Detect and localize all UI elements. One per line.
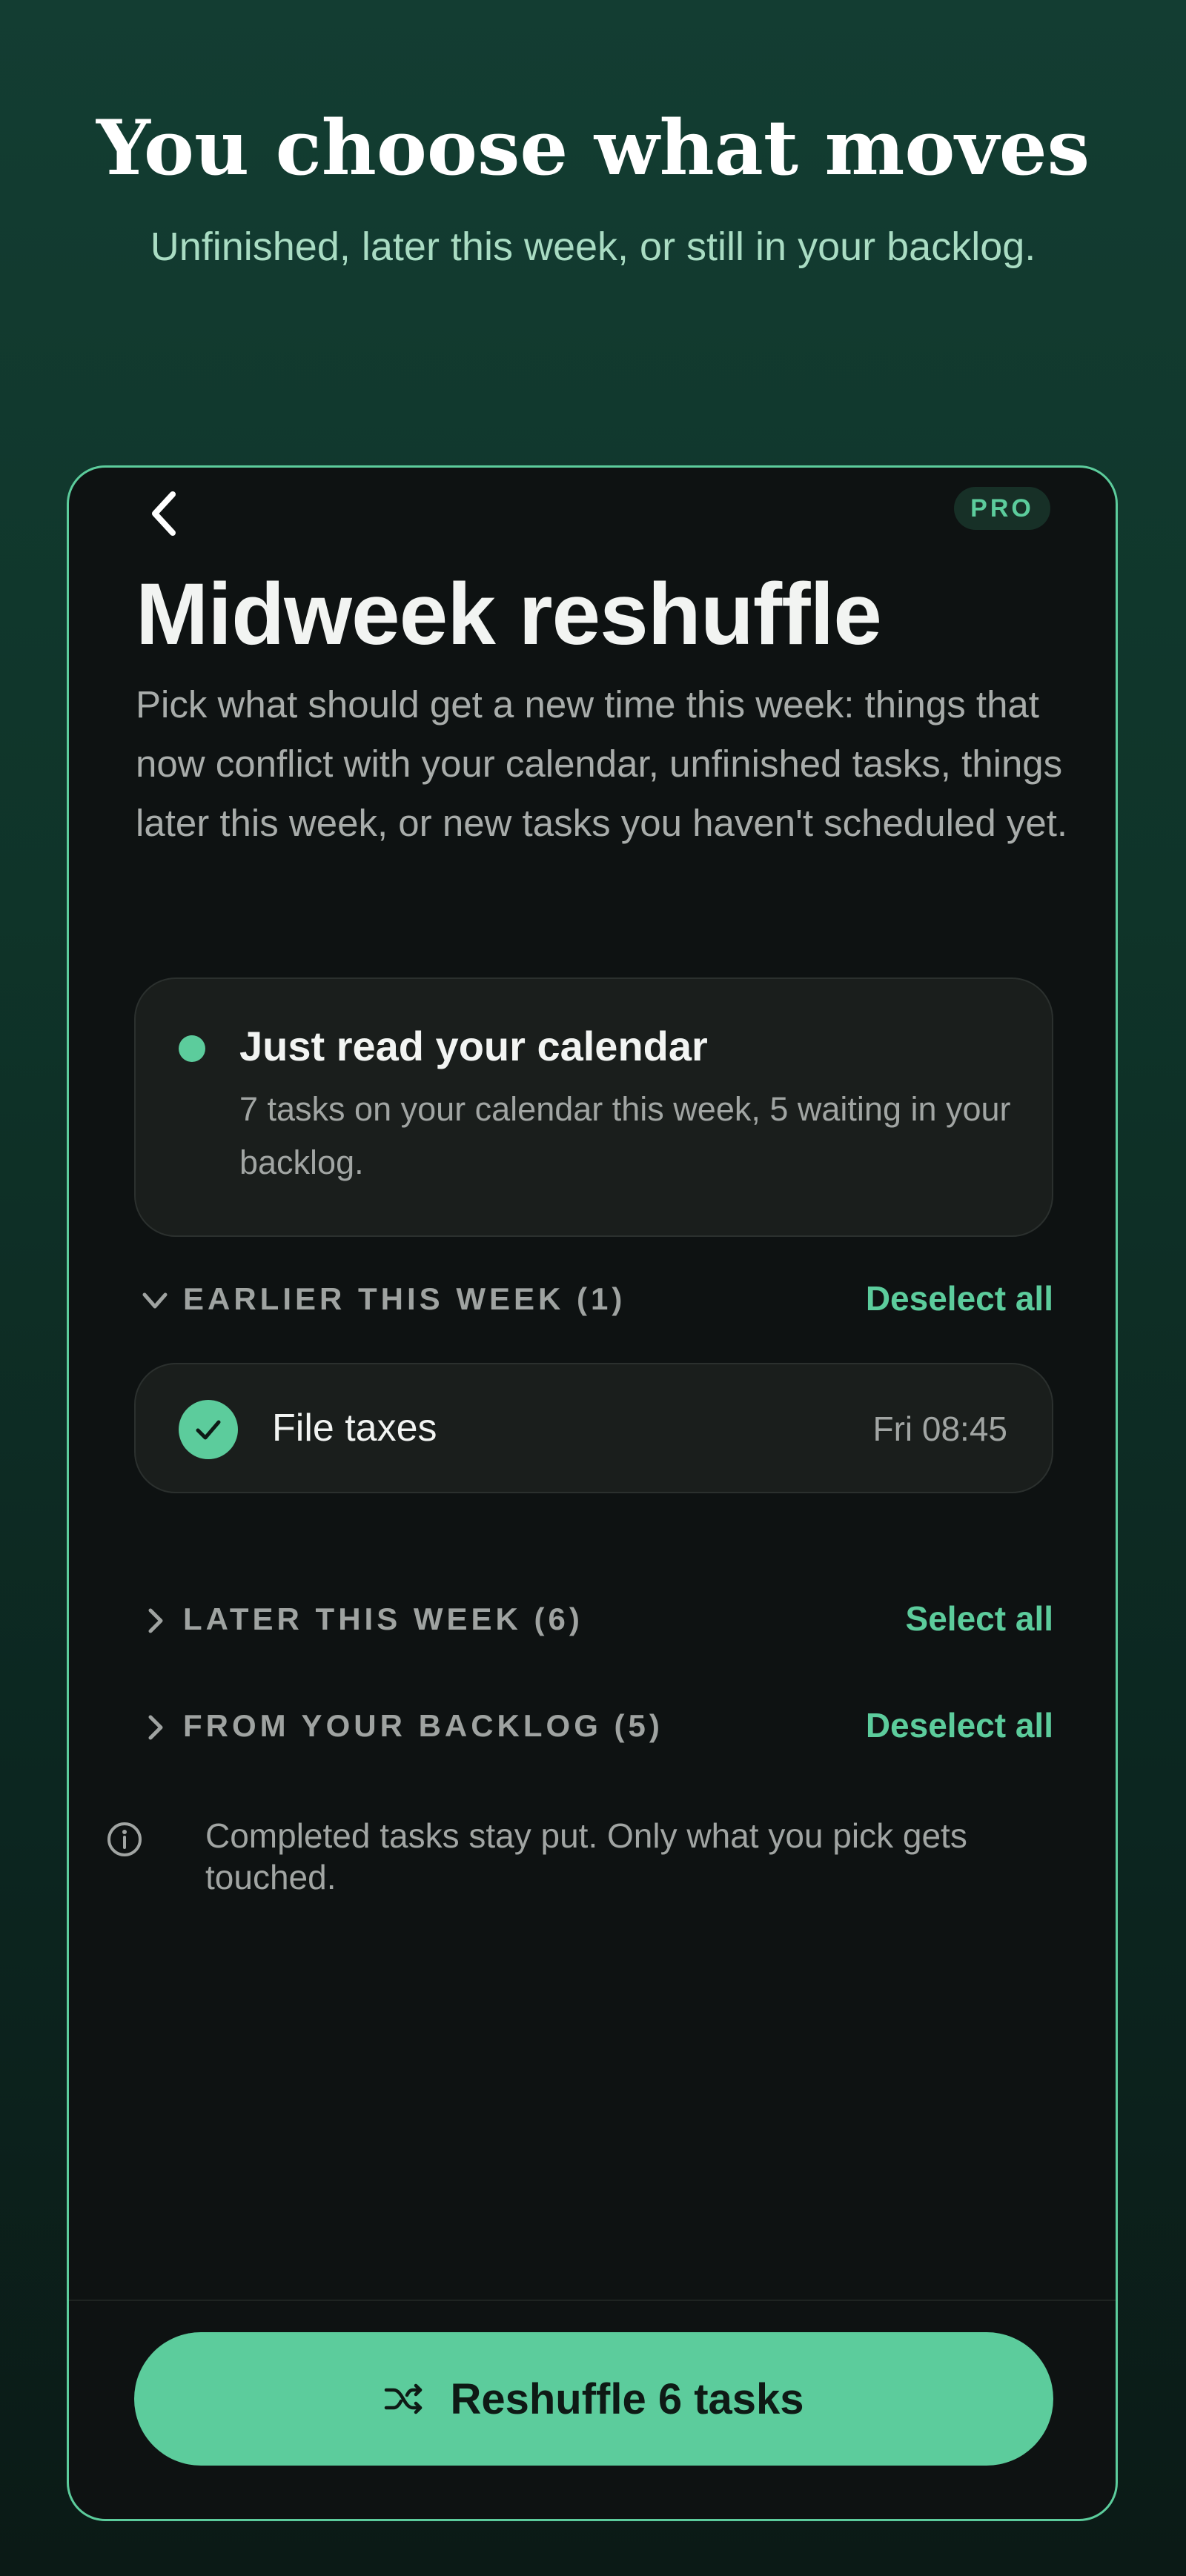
check-icon [196, 1420, 221, 1440]
reshuffle-button[interactable]: Reshuffle 6 tasks [134, 2332, 1053, 2466]
section-from-your-backlog[interactable]: FROM YOUR BACKLOG (5) Deselect all [134, 1701, 1053, 1753]
back-button[interactable] [134, 484, 193, 543]
task-checkbox[interactable] [179, 1400, 238, 1459]
deselect-all-button[interactable]: Deselect all [866, 1278, 1053, 1318]
chevron-right-icon [134, 1707, 176, 1748]
screen-title: Midweek reshuffle [136, 565, 882, 663]
section-label: LATER THIS WEEK (6) [183, 1601, 583, 1636]
deselect-all-button[interactable]: Deselect all [866, 1705, 1053, 1745]
status-title: Just read your calendar [239, 1023, 708, 1069]
section-later-this-week[interactable]: LATER THIS WEEK (6) Select all [134, 1594, 1053, 1646]
chevron-down-icon [134, 1280, 176, 1321]
calendar-status-card: Just read your calendar 7 tasks on your … [134, 977, 1053, 1237]
section-earlier-this-week[interactable]: EARLIER THIS WEEK (1) Deselect all [134, 1274, 1053, 1326]
hero-subtitle: Unfinished, later this week, or still in… [150, 225, 1036, 269]
select-all-button[interactable]: Select all [906, 1599, 1053, 1639]
section-label: FROM YOUR BACKLOG (5) [183, 1708, 663, 1743]
info-text: Completed tasks stay put. Only what you … [205, 1816, 967, 1896]
footer-divider [69, 2300, 1116, 2301]
chevron-right-icon [134, 1600, 176, 1641]
screen-description: Pick what should get a new time this wee… [136, 683, 1068, 844]
status-text: 7 tasks on your calendar this week, 5 wa… [239, 1090, 1011, 1181]
phone-screen: PRO Midweek reshuffle Pick what should g… [67, 465, 1118, 2521]
pro-badge: PRO [954, 487, 1050, 530]
task-title: File taxes [272, 1407, 437, 1450]
hero-title: You choose what moves [96, 104, 1090, 193]
task-row[interactable]: File taxes Fri 08:45 [134, 1363, 1053, 1493]
info-icon [107, 1822, 142, 1856]
section-label: EARLIER THIS WEEK (1) [183, 1281, 626, 1316]
chevron-left-icon [152, 491, 176, 536]
shuffle-icon [385, 2383, 423, 2414]
status-indicator-dot [179, 1035, 205, 1062]
task-time: Fri 08:45 [872, 1410, 1007, 1448]
reshuffle-button-label: Reshuffle 6 tasks [450, 2374, 804, 2423]
